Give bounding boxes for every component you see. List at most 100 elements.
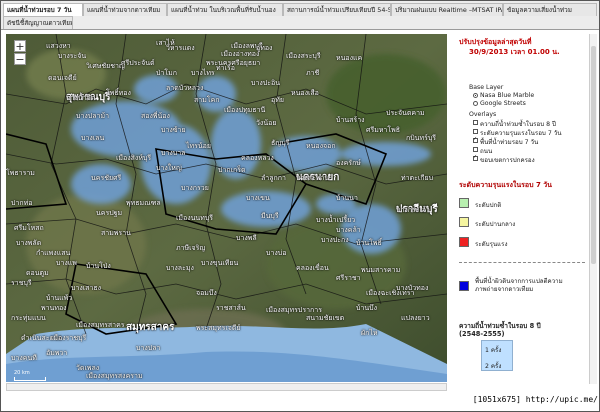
map-place-label: นครปฐม xyxy=(96,209,123,217)
overlay-boundary-checkbox[interactable] xyxy=(473,154,478,161)
overlay-frequency-checkbox[interactable] xyxy=(473,120,478,125)
map-place-label: ลาดบัวหลวง xyxy=(166,84,204,92)
map-place-label: บ้านนา xyxy=(336,194,358,202)
map-place-label: ศรีมโหสถ xyxy=(14,224,44,232)
legend-panel: ปรับปรุงข้อมูลล่าสุดวันที่ 30/9/2013 เวล… xyxy=(455,34,589,382)
tab-divider xyxy=(1,29,599,30)
map-place-label: บางกรวย xyxy=(181,184,209,192)
map-place-label: วิหารแดง xyxy=(166,44,195,52)
map-place-label: คลองหลวง xyxy=(241,154,274,162)
map-place-label: พระสมุทรเจดีย์ xyxy=(196,324,241,332)
map-place-label: หนองเสือ xyxy=(291,89,319,97)
map-place-label: บางบาล xyxy=(161,149,186,157)
tab-flood-7day[interactable]: แผนที่น้ำท่วมรอบ 7 วัน xyxy=(3,3,83,16)
map-place-label: องครักษ์ xyxy=(336,159,361,167)
frequency-period: (2548-2555) xyxy=(459,330,505,338)
flood-map[interactable]: + − สุพรรณบุรี นครนายก ปราจีนบุรี สมุทรสาคร… xyxy=(6,34,447,382)
map-place-label: บางคล้า xyxy=(336,226,361,234)
map-place-label: บ้านโป่ง xyxy=(86,262,111,270)
map-place-label: พุทธมณฑล xyxy=(126,199,161,207)
map-place-label: เมืองปทุมธานี xyxy=(224,106,266,114)
overlays-title: Overlays xyxy=(469,111,497,118)
map-place-label: โพธิ์ทอง xyxy=(106,89,131,97)
map-place-label: ราชสาส์น xyxy=(216,304,246,312)
map-place-label: พระนครศรีอยุธยา xyxy=(206,59,261,67)
tab-satellite-index[interactable]: ดัชนีชี้สัญญาณดาวเทียม xyxy=(3,16,73,29)
base-layer-google-radio[interactable] xyxy=(473,101,478,106)
map-place-label: บางบัวทอง xyxy=(396,284,429,292)
map-place-label: คลองเขื่อน xyxy=(296,264,329,272)
legend-scrollbar[interactable] xyxy=(589,34,597,384)
map-place-label: เมืองสมุทรสาคร xyxy=(76,321,125,329)
frequency-2-label: 2 ครั้ง xyxy=(485,363,502,370)
map-place-label: จอมบึง xyxy=(196,289,217,297)
map-place-label: ดอนตูม xyxy=(26,269,49,277)
map-horizontal-scrollbar[interactable] xyxy=(6,383,447,391)
map-place-label: บางบ่อ xyxy=(266,249,287,257)
map-place-label: บางปลา xyxy=(136,344,161,352)
base-layer-google-label: Google Streets xyxy=(480,100,526,107)
overlay-severity-checkbox[interactable] xyxy=(473,129,478,134)
watermark: [1051x675] http://upic.me/ xyxy=(472,395,598,404)
overlay-flood-area-checkbox[interactable] xyxy=(473,136,478,143)
flood-area-swatch xyxy=(459,281,469,291)
tab-flood-satellite[interactable]: แผนที่น้ำท่วมจากดาวเทียม xyxy=(83,3,167,16)
tab-flood-risk[interactable]: ข้อมูลความเสี่ยงน้ำท่วม xyxy=(503,3,597,16)
map-place-label: วัดเพลง xyxy=(76,364,100,372)
base-layer-title: Base Layer xyxy=(469,84,504,91)
overlay-road-checkbox[interactable] xyxy=(473,147,478,152)
base-layer-nasa-radio[interactable] xyxy=(473,93,478,98)
zoom-out-button[interactable]: − xyxy=(14,53,26,65)
map-place-label: กระทุ่มแบน xyxy=(11,314,46,322)
map-place-label: ศรีประจันต์ xyxy=(121,59,155,67)
map-place-label: ศรีราชา xyxy=(336,274,361,282)
map-place-label: กบินทร์บุรี xyxy=(406,134,437,142)
map-place-label: บางระจัน xyxy=(58,52,87,60)
map-place-label: อุทัย xyxy=(271,96,284,104)
map-place-label: ธัญบุรี xyxy=(271,139,290,147)
tab-rain-realtime[interactable]: ปริมาณฝนแบบ Realtime –MTSAT IPAS xyxy=(391,3,503,16)
scale-bar: 20 km xyxy=(14,370,46,381)
severity-normal-swatch xyxy=(459,198,469,208)
map-place-label: บ้านโพธิ์ xyxy=(356,239,382,247)
map-place-label: โพธาราม xyxy=(6,169,35,177)
map-place-label: เมืองสิงห์บุรี xyxy=(116,154,152,162)
zoom-in-button[interactable]: + xyxy=(14,40,26,52)
map-place-label: ปากท่อ xyxy=(11,199,33,207)
frequency-1-label: 1 ครั้ง xyxy=(485,347,502,354)
map-place-label: อัมพวา xyxy=(46,349,68,357)
map-place-label: เมืองสมุทรปราการ xyxy=(266,306,322,314)
map-place-label: สนามชัยเขต xyxy=(306,314,345,322)
map-place-label: ท่าตะเกียบ xyxy=(401,174,434,182)
map-place-label: นครชัยศรี xyxy=(91,174,122,182)
tab-flood-compare[interactable]: สถานการณ์น้ำท่วมเปรียบเทียบปี 54-56 xyxy=(283,3,391,16)
overlay-boundary-label: ขอบเขตการปกครอง xyxy=(480,157,535,164)
map-place-label: วิเศษชัยชาญ xyxy=(86,62,125,70)
map-place-label: สมุทรสาคร xyxy=(126,322,175,333)
legend-scrollbar-thumb[interactable] xyxy=(591,46,596,264)
tab-flood-retention[interactable]: แผนที่น้ำท่วม ในบริเวณพื้นที่รับน้ำนอง xyxy=(167,3,283,16)
map-place-label: วังน้อย xyxy=(256,119,277,127)
map-place-label: บ้านบึง xyxy=(356,304,378,312)
map-place-label: บางปะอิน xyxy=(251,79,280,87)
map-place-label: สามพราน xyxy=(101,229,131,237)
map-place-label: ไทรน้อย xyxy=(186,142,211,150)
severity-normal-label: ระดับปกติ xyxy=(475,202,502,209)
map-place-label: บางน้ำเปรี้ยว xyxy=(316,216,356,224)
map-place-label: ป่าโมก xyxy=(156,69,177,77)
map-place-label: ภาษีเจริญ xyxy=(176,244,206,252)
map-place-label: ประจันตคาม xyxy=(386,109,425,117)
map-place-label: สองพี่น้อง xyxy=(141,112,170,120)
map-place-label: บางกระเจ้า xyxy=(396,206,430,214)
map-place-label: บางปลาม้า xyxy=(76,112,110,120)
map-place-label: บางพลี xyxy=(236,234,257,242)
map-place-label: แสวงหา xyxy=(46,42,71,50)
map-place-label: บางคนที xyxy=(11,354,37,362)
map-place-label: บ้านแพ้ว xyxy=(46,294,73,302)
map-place-label: ปากเกร็ด xyxy=(218,166,246,174)
map-place-label: กำแพงแสน xyxy=(36,249,71,257)
severity-severe-label: ระดับรุนแรง xyxy=(475,241,508,248)
map-place-label: เมืองสระบุรี xyxy=(286,52,321,60)
map-place-label: บางปะกง xyxy=(321,236,349,244)
map-place-label: บางซ้าย xyxy=(161,126,186,134)
